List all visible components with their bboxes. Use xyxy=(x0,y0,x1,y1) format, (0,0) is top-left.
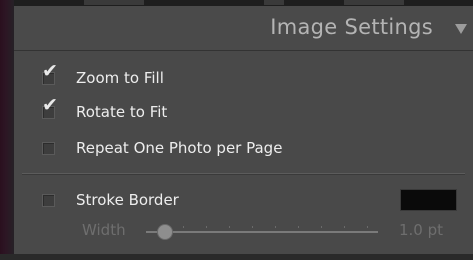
triangle-down-icon[interactable] xyxy=(455,24,467,34)
width-label: Width xyxy=(82,221,126,239)
checkmark-icon: ✔ xyxy=(42,93,58,116)
panel-body: ✔ Zoom to Fill ✔ Rotate to Fit Repeat On… xyxy=(14,51,473,260)
width-slider-thumb[interactable] xyxy=(157,224,173,240)
repeat-one-photo-checkbox[interactable] xyxy=(42,141,55,155)
image-settings-panel: Image Settings ✔ Zoom to Fill ✔ Rotate t… xyxy=(14,6,473,260)
bottom-edge xyxy=(0,254,473,260)
photo-edge xyxy=(0,0,14,260)
stroke-border-checkbox[interactable] xyxy=(42,193,55,207)
repeat-one-photo-option[interactable]: Repeat One Photo per Page xyxy=(42,137,282,159)
width-value: 1.0 pt xyxy=(398,221,443,239)
width-slider-track[interactable] xyxy=(146,226,378,233)
checkmark-icon: ✔ xyxy=(42,59,58,82)
zoom-to-fill-option[interactable]: ✔ Zoom to Fill xyxy=(42,61,164,89)
rotate-to-fit-option[interactable]: ✔ Rotate to Fit xyxy=(42,95,168,123)
zoom-to-fill-checkbox[interactable]: ✔ xyxy=(42,61,58,85)
stroke-border-label: Stroke Border xyxy=(76,191,179,209)
panel-title: Image Settings xyxy=(270,15,433,39)
stroke-color-swatch[interactable] xyxy=(400,189,457,211)
section-divider xyxy=(22,173,465,175)
rotate-to-fit-label: Rotate to Fit xyxy=(76,103,168,121)
repeat-one-photo-label: Repeat One Photo per Page xyxy=(76,139,283,157)
stroke-border-option[interactable]: Stroke Border xyxy=(42,189,179,211)
panel-header[interactable]: Image Settings xyxy=(14,6,473,51)
rotate-to-fit-checkbox[interactable]: ✔ xyxy=(42,95,58,119)
window-frame: Image Settings ✔ Zoom to Fill ✔ Rotate t… xyxy=(0,0,473,260)
zoom-to-fill-label: Zoom to Fill xyxy=(76,69,164,87)
